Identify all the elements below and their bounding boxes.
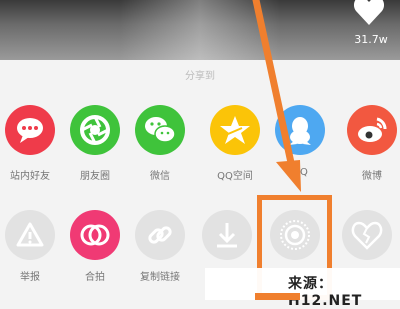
share-qq[interactable]: QQ	[268, 105, 332, 178]
aperture-icon	[70, 105, 120, 155]
download-icon	[202, 210, 252, 260]
heart-icon[interactable]	[352, 0, 386, 28]
link-icon	[135, 210, 185, 260]
warning-icon	[5, 210, 55, 260]
duet-icon	[70, 210, 120, 260]
qq-penguin-icon	[275, 105, 325, 155]
annotation-strip	[255, 293, 300, 300]
chat-bubble-icon	[5, 105, 55, 155]
copy-link-button[interactable]: 复制链接	[128, 210, 192, 283]
share-moments[interactable]: 朋友圈	[63, 105, 127, 182]
weibo-icon	[347, 105, 397, 155]
like-count: 31.7w	[354, 33, 388, 46]
share-label: 微博	[362, 171, 382, 182]
watermark-text: 来源：H12.NET	[288, 276, 363, 309]
video-background	[0, 0, 400, 60]
broken-heart-icon	[342, 210, 392, 260]
wechat-icon	[135, 105, 185, 155]
share-in-app-friend[interactable]: 站内好友	[0, 105, 62, 182]
share-weibo[interactable]: 微博	[340, 105, 400, 182]
share-label: QQ	[292, 167, 308, 178]
share-label: 微信	[150, 171, 170, 182]
share-title: 分享到	[185, 71, 215, 82]
share-wechat[interactable]: 微信	[128, 105, 192, 182]
duet-button[interactable]: 合拍	[63, 210, 127, 283]
qzone-star-icon	[210, 105, 260, 155]
share-qzone[interactable]: QQ空间	[203, 105, 267, 182]
report-button[interactable]: 举报	[0, 210, 62, 283]
action-label: 复制链接	[140, 272, 180, 283]
